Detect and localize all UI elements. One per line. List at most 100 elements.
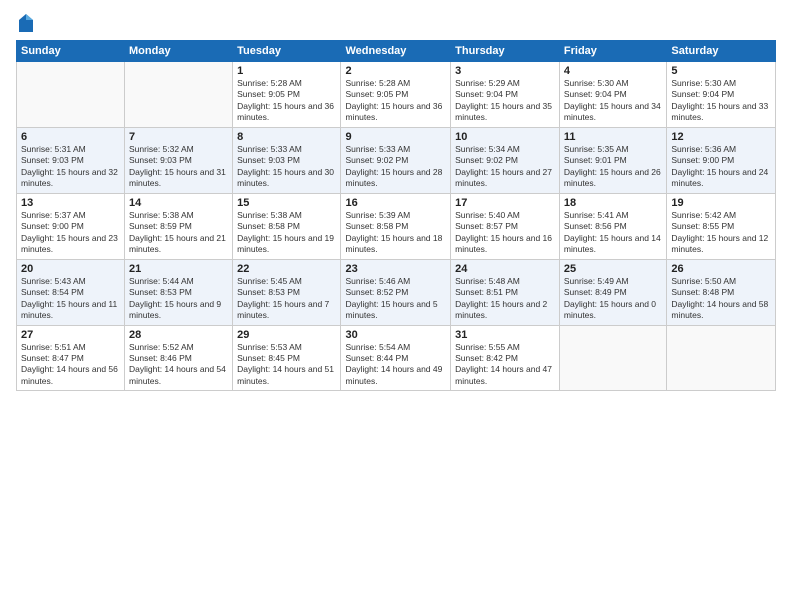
day-detail: Sunrise: 5:28 AMSunset: 9:05 PMDaylight:… — [237, 78, 334, 122]
day-detail: Sunrise: 5:46 AMSunset: 8:52 PMDaylight:… — [345, 276, 437, 320]
day-number: 19 — [671, 197, 771, 209]
day-number: 7 — [129, 131, 228, 143]
weekday-header-wednesday: Wednesday — [341, 41, 451, 62]
day-number: 3 — [455, 65, 555, 77]
logo-wordmark — [16, 12, 35, 32]
calendar-cell — [559, 325, 666, 391]
calendar-cell: 13Sunrise: 5:37 AMSunset: 9:00 PMDayligh… — [17, 193, 125, 259]
day-detail: Sunrise: 5:53 AMSunset: 8:45 PMDaylight:… — [237, 342, 334, 386]
calendar-cell: 19Sunrise: 5:42 AMSunset: 8:55 PMDayligh… — [667, 193, 776, 259]
day-detail: Sunrise: 5:42 AMSunset: 8:55 PMDaylight:… — [671, 210, 768, 254]
day-number: 30 — [345, 329, 446, 341]
day-detail: Sunrise: 5:28 AMSunset: 9:05 PMDaylight:… — [345, 78, 442, 122]
calendar-cell — [125, 62, 233, 128]
weekday-header-sunday: Sunday — [17, 41, 125, 62]
day-detail: Sunrise: 5:32 AMSunset: 9:03 PMDaylight:… — [129, 144, 226, 188]
day-detail: Sunrise: 5:39 AMSunset: 8:58 PMDaylight:… — [345, 210, 442, 254]
logo — [16, 12, 35, 32]
day-number: 22 — [237, 263, 336, 275]
day-number: 14 — [129, 197, 228, 209]
day-detail: Sunrise: 5:29 AMSunset: 9:04 PMDaylight:… — [455, 78, 552, 122]
day-detail: Sunrise: 5:33 AMSunset: 9:03 PMDaylight:… — [237, 144, 334, 188]
calendar-cell: 6Sunrise: 5:31 AMSunset: 9:03 PMDaylight… — [17, 127, 125, 193]
calendar-cell: 21Sunrise: 5:44 AMSunset: 8:53 PMDayligh… — [125, 259, 233, 325]
day-number: 20 — [21, 263, 120, 275]
day-detail: Sunrise: 5:49 AMSunset: 8:49 PMDaylight:… — [564, 276, 656, 320]
day-detail: Sunrise: 5:45 AMSunset: 8:53 PMDaylight:… — [237, 276, 329, 320]
day-detail: Sunrise: 5:35 AMSunset: 9:01 PMDaylight:… — [564, 144, 661, 188]
day-detail: Sunrise: 5:38 AMSunset: 8:59 PMDaylight:… — [129, 210, 226, 254]
day-detail: Sunrise: 5:36 AMSunset: 9:00 PMDaylight:… — [671, 144, 768, 188]
day-detail: Sunrise: 5:34 AMSunset: 9:02 PMDaylight:… — [455, 144, 552, 188]
day-number: 8 — [237, 131, 336, 143]
day-detail: Sunrise: 5:30 AMSunset: 9:04 PMDaylight:… — [671, 78, 768, 122]
day-number: 9 — [345, 131, 446, 143]
calendar-cell — [667, 325, 776, 391]
calendar-week-5: 27Sunrise: 5:51 AMSunset: 8:47 PMDayligh… — [17, 325, 776, 391]
day-number: 21 — [129, 263, 228, 275]
weekday-header-thursday: Thursday — [451, 41, 560, 62]
weekday-header-friday: Friday — [559, 41, 666, 62]
day-detail: Sunrise: 5:44 AMSunset: 8:53 PMDaylight:… — [129, 276, 221, 320]
calendar-week-3: 13Sunrise: 5:37 AMSunset: 9:00 PMDayligh… — [17, 193, 776, 259]
day-number: 4 — [564, 65, 662, 77]
day-number: 31 — [455, 329, 555, 341]
calendar-cell: 2Sunrise: 5:28 AMSunset: 9:05 PMDaylight… — [341, 62, 451, 128]
header — [16, 12, 776, 32]
day-number: 23 — [345, 263, 446, 275]
day-number: 1 — [237, 65, 336, 77]
day-number: 26 — [671, 263, 771, 275]
calendar-cell: 11Sunrise: 5:35 AMSunset: 9:01 PMDayligh… — [559, 127, 666, 193]
calendar-cell: 26Sunrise: 5:50 AMSunset: 8:48 PMDayligh… — [667, 259, 776, 325]
day-detail: Sunrise: 5:37 AMSunset: 9:00 PMDaylight:… — [21, 210, 118, 254]
day-number: 28 — [129, 329, 228, 341]
calendar-cell: 5Sunrise: 5:30 AMSunset: 9:04 PMDaylight… — [667, 62, 776, 128]
day-detail: Sunrise: 5:55 AMSunset: 8:42 PMDaylight:… — [455, 342, 552, 386]
calendar-cell — [17, 62, 125, 128]
day-number: 18 — [564, 197, 662, 209]
calendar-cell: 12Sunrise: 5:36 AMSunset: 9:00 PMDayligh… — [667, 127, 776, 193]
weekday-header-tuesday: Tuesday — [233, 41, 341, 62]
day-number: 15 — [237, 197, 336, 209]
calendar-cell: 7Sunrise: 5:32 AMSunset: 9:03 PMDaylight… — [125, 127, 233, 193]
day-number: 16 — [345, 197, 446, 209]
calendar-table: SundayMondayTuesdayWednesdayThursdayFrid… — [16, 40, 776, 391]
calendar-cell: 3Sunrise: 5:29 AMSunset: 9:04 PMDaylight… — [451, 62, 560, 128]
day-detail: Sunrise: 5:33 AMSunset: 9:02 PMDaylight:… — [345, 144, 442, 188]
calendar-cell: 17Sunrise: 5:40 AMSunset: 8:57 PMDayligh… — [451, 193, 560, 259]
day-number: 24 — [455, 263, 555, 275]
calendar-cell: 9Sunrise: 5:33 AMSunset: 9:02 PMDaylight… — [341, 127, 451, 193]
calendar-cell: 29Sunrise: 5:53 AMSunset: 8:45 PMDayligh… — [233, 325, 341, 391]
calendar-cell: 10Sunrise: 5:34 AMSunset: 9:02 PMDayligh… — [451, 127, 560, 193]
day-detail: Sunrise: 5:54 AMSunset: 8:44 PMDaylight:… — [345, 342, 442, 386]
calendar-cell: 23Sunrise: 5:46 AMSunset: 8:52 PMDayligh… — [341, 259, 451, 325]
calendar-cell: 24Sunrise: 5:48 AMSunset: 8:51 PMDayligh… — [451, 259, 560, 325]
weekday-header-saturday: Saturday — [667, 41, 776, 62]
calendar-cell: 1Sunrise: 5:28 AMSunset: 9:05 PMDaylight… — [233, 62, 341, 128]
day-detail: Sunrise: 5:41 AMSunset: 8:56 PMDaylight:… — [564, 210, 661, 254]
day-detail: Sunrise: 5:43 AMSunset: 8:54 PMDaylight:… — [21, 276, 117, 320]
calendar-cell: 15Sunrise: 5:38 AMSunset: 8:58 PMDayligh… — [233, 193, 341, 259]
day-number: 25 — [564, 263, 662, 275]
day-number: 5 — [671, 65, 771, 77]
calendar-week-4: 20Sunrise: 5:43 AMSunset: 8:54 PMDayligh… — [17, 259, 776, 325]
calendar-cell: 28Sunrise: 5:52 AMSunset: 8:46 PMDayligh… — [125, 325, 233, 391]
calendar-cell: 31Sunrise: 5:55 AMSunset: 8:42 PMDayligh… — [451, 325, 560, 391]
calendar-cell: 25Sunrise: 5:49 AMSunset: 8:49 PMDayligh… — [559, 259, 666, 325]
day-detail: Sunrise: 5:30 AMSunset: 9:04 PMDaylight:… — [564, 78, 661, 122]
calendar-cell: 18Sunrise: 5:41 AMSunset: 8:56 PMDayligh… — [559, 193, 666, 259]
day-number: 17 — [455, 197, 555, 209]
day-number: 13 — [21, 197, 120, 209]
day-number: 27 — [21, 329, 120, 341]
day-number: 11 — [564, 131, 662, 143]
day-detail: Sunrise: 5:50 AMSunset: 8:48 PMDaylight:… — [671, 276, 768, 320]
day-detail: Sunrise: 5:38 AMSunset: 8:58 PMDaylight:… — [237, 210, 334, 254]
calendar-cell: 30Sunrise: 5:54 AMSunset: 8:44 PMDayligh… — [341, 325, 451, 391]
day-number: 2 — [345, 65, 446, 77]
day-detail: Sunrise: 5:31 AMSunset: 9:03 PMDaylight:… — [21, 144, 118, 188]
calendar-cell: 20Sunrise: 5:43 AMSunset: 8:54 PMDayligh… — [17, 259, 125, 325]
calendar-cell: 14Sunrise: 5:38 AMSunset: 8:59 PMDayligh… — [125, 193, 233, 259]
day-detail: Sunrise: 5:52 AMSunset: 8:46 PMDaylight:… — [129, 342, 226, 386]
calendar-cell: 8Sunrise: 5:33 AMSunset: 9:03 PMDaylight… — [233, 127, 341, 193]
day-detail: Sunrise: 5:51 AMSunset: 8:47 PMDaylight:… — [21, 342, 118, 386]
